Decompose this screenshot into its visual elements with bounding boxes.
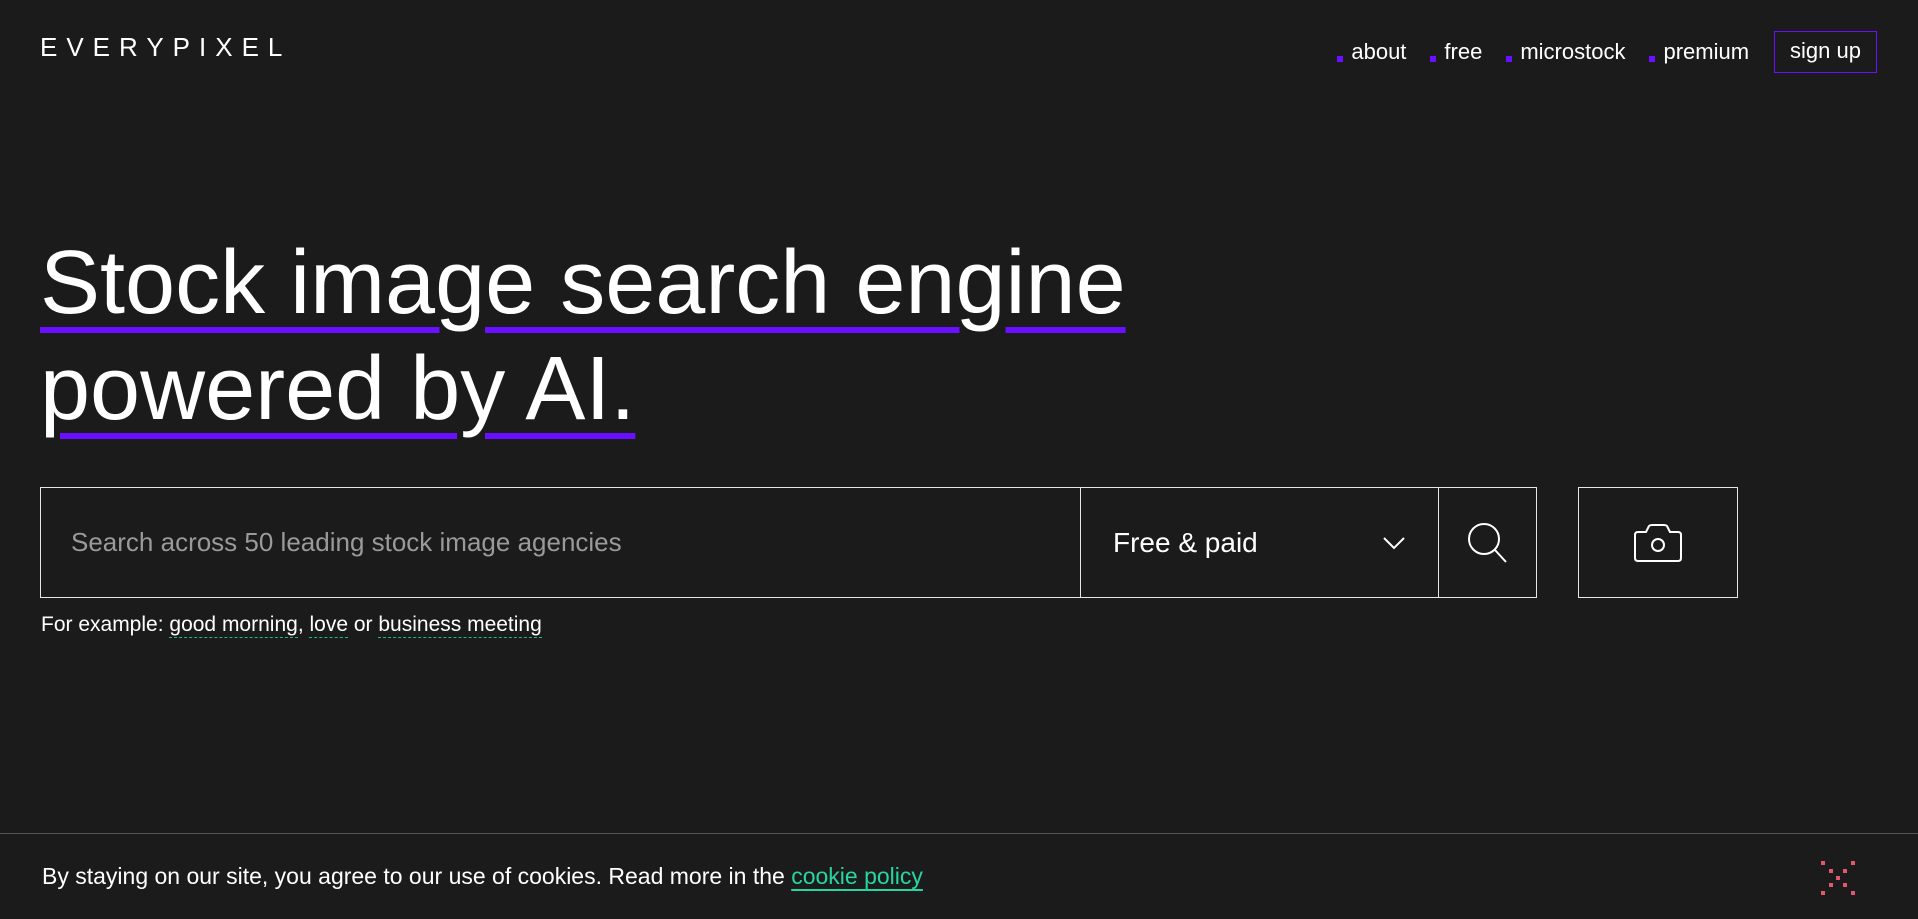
- cookie-policy-link[interactable]: cookie policy: [791, 863, 923, 889]
- examples-prefix: For example:: [41, 613, 170, 636]
- title-line-1: Stock image search engine: [40, 233, 1126, 333]
- title-line-2: powered by AI.: [40, 339, 636, 439]
- camera-icon: [1634, 523, 1682, 562]
- logo[interactable]: EVERYPIXEL: [40, 32, 291, 63]
- search-button[interactable]: [1439, 488, 1536, 597]
- search-examples: For example: good morning, love or busin…: [41, 613, 542, 638]
- license-filter-dropdown[interactable]: Free & paid: [1081, 488, 1439, 597]
- page-title: Stock image search engine powered by AI.: [40, 230, 1126, 442]
- example-link[interactable]: business meeting: [378, 613, 542, 638]
- filter-value: Free & paid: [1113, 526, 1258, 558]
- bullet-icon: [1649, 56, 1656, 62]
- bullet-icon: [1337, 56, 1344, 62]
- search-input[interactable]: [41, 488, 1081, 597]
- chevron-down-icon: [1383, 536, 1405, 549]
- nav-microstock[interactable]: microstock: [1506, 39, 1625, 65]
- nav-label: about: [1351, 39, 1407, 64]
- close-icon[interactable]: [1820, 860, 1856, 896]
- sign-up-button[interactable]: sign up: [1774, 31, 1877, 73]
- nav-label: free: [1444, 39, 1483, 64]
- separator: ,: [297, 613, 310, 636]
- cookie-message: By staying on our site, you agree to our…: [42, 863, 792, 889]
- nav-about[interactable]: about: [1337, 39, 1406, 65]
- separator: or: [348, 613, 379, 636]
- bullet-icon: [1506, 56, 1513, 62]
- bullet-icon: [1430, 56, 1437, 62]
- nav-premium[interactable]: premium: [1649, 39, 1749, 65]
- image-search-button[interactable]: [1578, 487, 1738, 598]
- search-bar: Free & paid: [40, 487, 1537, 598]
- example-link[interactable]: good morning: [169, 613, 298, 638]
- cookie-banner: By staying on our site, you agree to our…: [0, 833, 1918, 919]
- cookie-text: By staying on our site, you agree to our…: [42, 863, 923, 890]
- nav-free[interactable]: free: [1430, 39, 1482, 65]
- nav-label: premium: [1663, 39, 1750, 64]
- top-nav: about free microstock premium sign up: [1337, 31, 1877, 73]
- search-icon: [1467, 522, 1507, 563]
- example-link[interactable]: love: [309, 613, 349, 638]
- nav-label: microstock: [1520, 39, 1626, 64]
